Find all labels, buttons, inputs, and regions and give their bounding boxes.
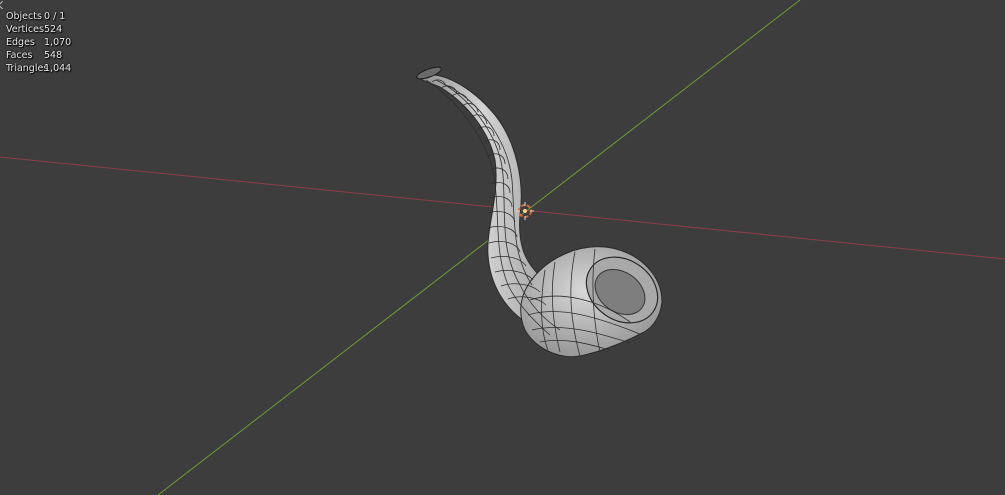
stats-value: 548 — [44, 50, 63, 61]
y-axis-line — [157, 0, 801, 495]
stats-row-triangles: Triangles 1,044 — [6, 62, 71, 75]
stats-label: Faces — [6, 50, 33, 61]
viewport-scene[interactable] — [0, 0, 1005, 495]
pipe-mesh[interactable] — [415, 65, 670, 358]
statistics-overlay: Objects 0 / 1 Vertices 524 Edges 1,070 F… — [6, 10, 71, 75]
stats-value: 524 — [44, 24, 63, 35]
stats-row-faces: Faces 548 — [6, 49, 71, 62]
stats-value: 1,044 — [44, 63, 72, 74]
stats-label: Objects — [6, 11, 42, 22]
stats-row-objects: Objects 0 / 1 — [6, 10, 71, 23]
stats-label: Triangles — [6, 63, 49, 74]
stats-value: 1,070 — [44, 37, 72, 48]
3d-viewport[interactable]: Objects 0 / 1 Vertices 524 Edges 1,070 F… — [0, 0, 1005, 495]
stats-row-vertices: Vertices 524 — [6, 23, 71, 36]
stats-label: Vertices — [6, 24, 44, 35]
stats-label: Edges — [6, 37, 35, 48]
stats-value: 0 / 1 — [44, 11, 66, 22]
stats-row-edges: Edges 1,070 — [6, 36, 71, 49]
